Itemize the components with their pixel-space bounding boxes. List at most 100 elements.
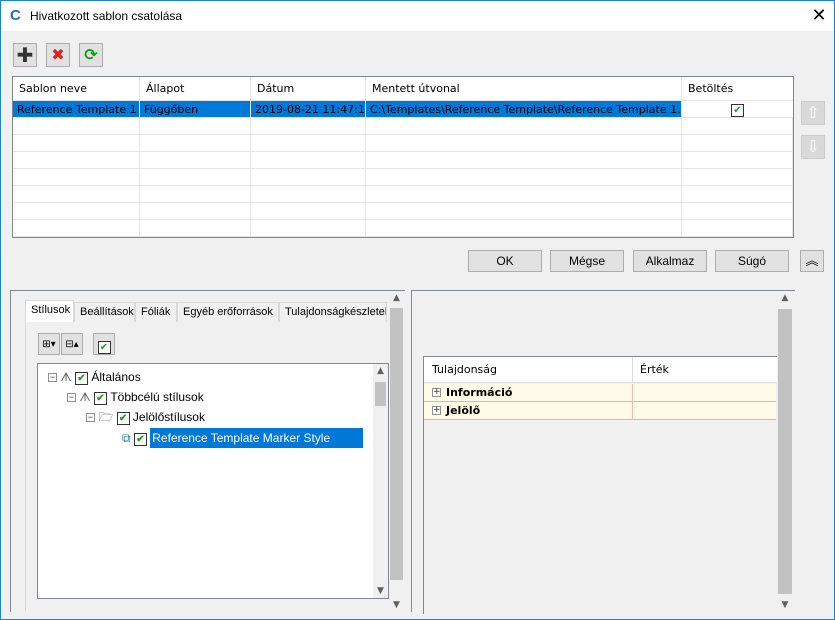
column-header-property[interactable]: Tulajdonság <box>432 363 497 376</box>
grid-header: Sablon neve Állapot Dátum Mentett útvona… <box>13 77 793 101</box>
empty-cell <box>682 220 793 236</box>
ok-button[interactable]: OK <box>468 250 542 272</box>
arrow-up-icon: ⇧ <box>806 103 820 122</box>
collapse-icon[interactable]: − <box>86 413 95 423</box>
style-tree: ▲ ▼ − ᗑ ✔ Általános − ᗑ ✔ Többcélú stílu… <box>37 363 389 599</box>
scroll-down-icon[interactable]: ▼ <box>388 600 405 610</box>
empty-cell <box>366 203 682 219</box>
empty-cell <box>251 220 366 236</box>
value-cell <box>632 384 633 402</box>
collapse-button[interactable]: ︽ <box>800 250 824 272</box>
add-template-button[interactable]: ✚ <box>13 43 37 67</box>
empty-cell <box>682 203 793 219</box>
apply-button[interactable]: Alkalmaz <box>633 250 707 272</box>
empty-cell <box>13 135 140 151</box>
scroll-down-icon[interactable]: ▼ <box>373 586 388 596</box>
tree-node-marker-styles[interactable]: − 🗁 ✔ Jelölőstílusok <box>86 408 205 426</box>
tree-expand-icon: ⊞▾ <box>42 339 56 350</box>
remove-template-button[interactable]: ✖ <box>46 43 70 67</box>
close-button[interactable]: ✕ <box>804 3 834 29</box>
property-label: Jelölő <box>446 404 481 417</box>
column-header-load[interactable]: Betöltés <box>682 77 793 100</box>
empty-row <box>13 220 793 237</box>
empty-cell <box>682 186 793 202</box>
property-grid-header: Tulajdonság Érték <box>424 357 777 383</box>
tree-node-multipurpose[interactable]: − ᗑ ✔ Többcélú stílusok <box>67 388 204 406</box>
refresh-button[interactable]: ⟳ <box>79 43 103 67</box>
folder-open-icon: 🗁 <box>98 410 114 424</box>
collapse-icon[interactable]: − <box>48 373 57 383</box>
empty-row <box>13 135 793 152</box>
empty-cell <box>140 203 251 219</box>
property-row-marker[interactable]: + Jelölő <box>424 402 776 420</box>
expand-all-button[interactable]: ⊞▾ <box>38 333 60 355</box>
expand-icon[interactable]: + <box>432 388 441 397</box>
move-down-button[interactable]: ⇩ <box>801 135 825 159</box>
column-header-name[interactable]: Sablon neve <box>13 77 140 100</box>
node-checkbox[interactable]: ✔ <box>74 372 88 385</box>
check-all-button[interactable]: ✔ <box>93 333 115 355</box>
collapse-all-button[interactable]: ⊟▴ <box>61 333 83 355</box>
scroll-up-icon[interactable]: ▲ <box>388 293 405 303</box>
arrow-down-icon: ⇩ <box>806 137 820 156</box>
scroll-up-icon[interactable]: ▲ <box>776 293 794 303</box>
column-header-date[interactable]: Dátum <box>251 77 366 100</box>
scroll-thumb[interactable] <box>375 382 386 406</box>
scroll-thumb[interactable] <box>390 308 403 580</box>
empty-cell <box>140 169 251 185</box>
style-group-icon: ᗑ <box>60 370 72 384</box>
tree-collapse-icon: ⊟▴ <box>65 339 79 350</box>
empty-cell <box>140 186 251 202</box>
collapse-icon[interactable]: − <box>67 393 76 403</box>
empty-cell <box>682 118 793 134</box>
column-header-status[interactable]: Állapot <box>140 77 251 100</box>
node-checkbox[interactable]: ✔ <box>116 412 130 425</box>
empty-cell <box>251 118 366 134</box>
scroll-down-icon[interactable]: ▼ <box>776 600 794 610</box>
tab-layers[interactable]: Fóliák <box>135 302 177 322</box>
node-checkbox[interactable]: ✔ <box>133 433 147 446</box>
node-checkbox[interactable]: ✔ <box>93 392 107 405</box>
empty-cell <box>13 220 140 236</box>
empty-cell <box>366 220 682 236</box>
refresh-icon: ⟳ <box>84 45 98 64</box>
column-header-path[interactable]: Mentett útvonal <box>366 77 682 100</box>
scroll-up-icon[interactable]: ▲ <box>373 366 388 376</box>
right-panel: ▲ ▼ Tulajdonság Érték + Információ + Jel… <box>411 290 795 614</box>
expand-icon[interactable]: + <box>432 406 441 415</box>
cancel-button[interactable]: Mégse <box>550 250 624 272</box>
tab-settings[interactable]: Beállítások <box>74 302 135 322</box>
empty-cell <box>366 135 682 151</box>
move-up-button[interactable]: ⇧ <box>801 101 825 125</box>
empty-cell <box>366 118 682 134</box>
tree-node-general[interactable]: − ᗑ ✔ Általános <box>48 368 141 386</box>
left-panel-scrollbar[interactable]: ▲ ▼ <box>388 291 405 612</box>
tab-property-sets[interactable]: Tulajdonságkészletek <box>279 302 387 322</box>
empty-cell <box>13 186 140 202</box>
value-cell <box>632 402 633 420</box>
tab-styles[interactable]: Stílusok <box>25 300 74 323</box>
empty-row <box>13 186 793 203</box>
empty-cell <box>251 203 366 219</box>
scroll-thumb[interactable] <box>778 309 792 594</box>
empty-cell <box>682 135 793 151</box>
empty-cell <box>13 169 140 185</box>
help-button[interactable]: Súgó <box>715 250 789 272</box>
empty-cell <box>366 186 682 202</box>
tree-scrollbar[interactable]: ▲ ▼ <box>373 364 388 598</box>
empty-cell <box>366 169 682 185</box>
tab-other-resources[interactable]: Egyéb erőforrások <box>177 302 279 322</box>
tree-node-marker-style[interactable]: ⧉ ✔ Reference Template Marker Style <box>122 428 364 448</box>
property-row-information[interactable]: + Információ <box>424 384 776 402</box>
node-label: Általános <box>91 370 141 384</box>
load-checkbox[interactable]: ✔ <box>731 104 744 117</box>
empty-row <box>13 169 793 186</box>
cell-date: 2019-08-21 11:47:17 <box>251 101 366 117</box>
empty-cell <box>251 152 366 168</box>
column-header-value[interactable]: Érték <box>632 357 669 383</box>
empty-cell <box>140 135 251 151</box>
table-row[interactable]: Reference Template 1 Függőben 2019-08-21… <box>13 101 793 118</box>
right-panel-scrollbar[interactable]: ▲ ▼ <box>776 291 794 612</box>
node-label: Jelölőstílusok <box>132 410 205 424</box>
property-label: Információ <box>446 386 513 399</box>
